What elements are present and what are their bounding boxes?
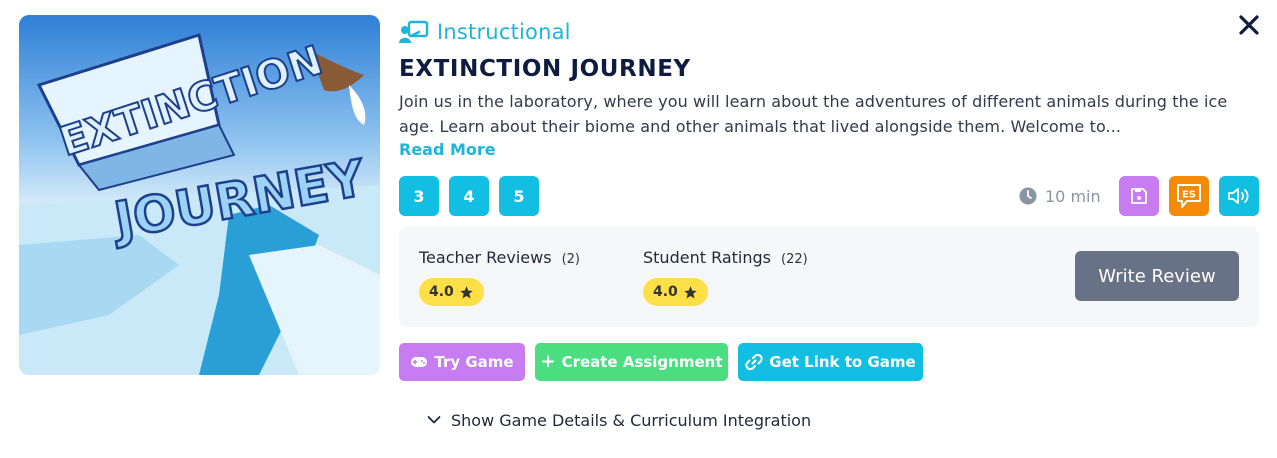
svg-text:ES: ES: [1182, 190, 1196, 201]
save-button[interactable]: [1119, 176, 1159, 216]
try-game-label: Try Game: [434, 353, 514, 371]
get-link-label: Get Link to Game: [769, 353, 916, 371]
student-ratings: Student Ratings (22) 4.0: [643, 248, 808, 306]
category: Instructional: [399, 16, 1259, 48]
teacher-reviews: Teacher Reviews (2) 4.0: [419, 248, 580, 306]
gamepad-icon: [411, 357, 428, 367]
reviews-panel: Teacher Reviews (2) 4.0 Student Ratings …: [399, 227, 1259, 327]
instructional-icon: [399, 20, 429, 43]
audio-icon: [1228, 188, 1249, 204]
read-more-link[interactable]: Read More: [399, 140, 496, 164]
get-link-button[interactable]: Get Link to Game: [738, 343, 923, 381]
audio-button[interactable]: [1219, 176, 1259, 216]
clock-icon: [1019, 187, 1037, 205]
chevron-down-icon: [427, 416, 441, 424]
game-thumbnail[interactable]: EXTINCTION JOURNEY: [19, 15, 380, 375]
tags-row: 3 4 5 10 min ES: [399, 176, 1259, 216]
category-label: Instructional: [437, 20, 571, 44]
show-details-toggle[interactable]: Show Game Details & Curriculum Integrati…: [427, 406, 811, 434]
game-description: Join us in the laboratory, where you wil…: [399, 92, 1228, 136]
duration: 10 min: [1019, 176, 1101, 216]
teacher-rating-value: 4.0: [429, 284, 454, 300]
student-ratings-count: (22): [781, 252, 808, 267]
teacher-rating-badge: 4.0: [419, 278, 484, 306]
teacher-reviews-count: (2): [561, 252, 580, 267]
try-game-button[interactable]: Try Game: [399, 343, 525, 381]
plus-icon: +: [540, 351, 556, 372]
student-ratings-label: Student Ratings: [643, 248, 771, 267]
save-icon: [1131, 188, 1147, 204]
game-title: EXTINCTION JOURNEY: [399, 56, 691, 82]
grade-badge: 4: [449, 176, 489, 216]
spanish-language-icon: ES: [1177, 184, 1201, 208]
create-assignment-button[interactable]: + Create Assignment: [535, 343, 728, 381]
write-review-button[interactable]: Write Review: [1075, 251, 1239, 301]
duration-label: 10 min: [1045, 186, 1101, 206]
star-icon: [684, 285, 697, 298]
teacher-reviews-label: Teacher Reviews: [419, 248, 552, 267]
grade-badge: 3: [399, 176, 439, 216]
spanish-language-button[interactable]: ES: [1169, 176, 1209, 216]
student-rating-badge: 4.0: [643, 278, 708, 306]
show-details-label: Show Game Details & Curriculum Integrati…: [451, 410, 812, 430]
student-rating-value: 4.0: [653, 284, 678, 300]
star-icon: [460, 285, 473, 298]
grade-badge: 5: [499, 176, 539, 216]
link-icon: [745, 353, 763, 371]
create-assignment-label: Create Assignment: [561, 353, 723, 371]
